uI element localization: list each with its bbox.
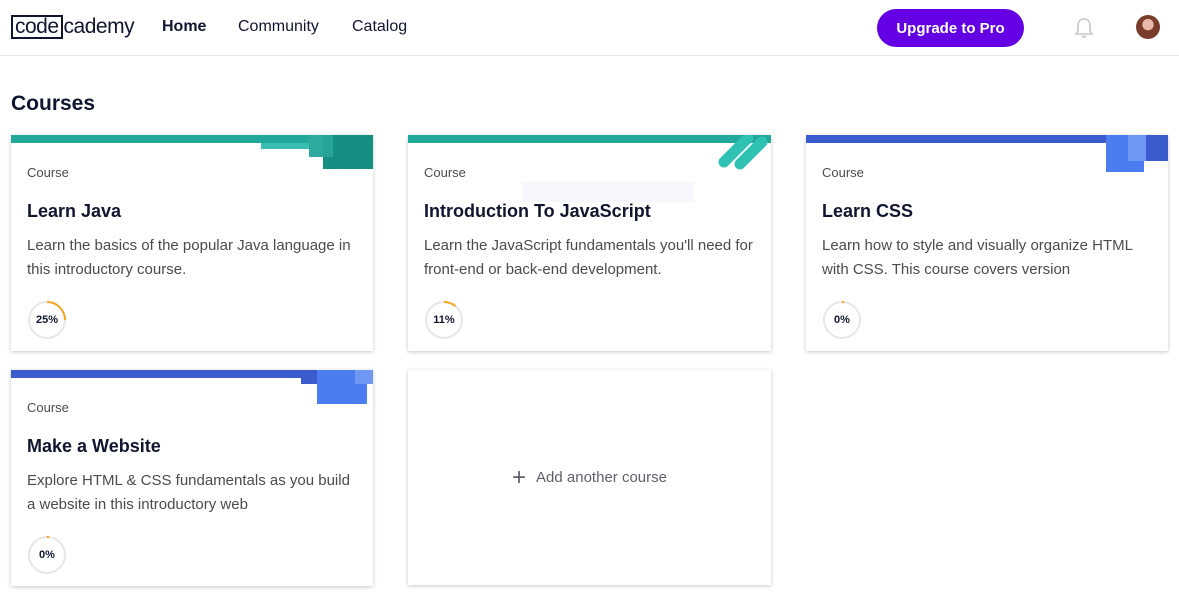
nav-community-link[interactable]: Community — [238, 18, 319, 36]
notifications-bell-icon[interactable] — [1074, 17, 1094, 39]
description-fade — [711, 275, 771, 299]
upgrade-to-pro-button[interactable]: Upgrade to Pro — [877, 9, 1024, 47]
course-title[interactable]: Learn CSS — [822, 201, 913, 222]
codecademy-logo[interactable]: code cademy — [11, 15, 135, 39]
website-decoration-icon — [301, 370, 373, 404]
course-description: Learn the JavaScript fundamentals you'll… — [424, 237, 753, 278]
progress-percent: 0% — [834, 314, 850, 326]
progress-percent: 11% — [433, 314, 455, 326]
page-title: Courses — [11, 92, 96, 115]
top-navigation-bar: code cademy Home Community Catalog Upgrad… — [0, 0, 1179, 56]
javascript-decoration-icon — [718, 135, 768, 170]
progress-percent: 25% — [35, 314, 59, 326]
nav-catalog-link[interactable]: Catalog — [352, 18, 407, 36]
course-progress-ring: 25% — [27, 300, 67, 340]
course-progress-ring: 11% — [424, 300, 464, 340]
course-kind-label: Course — [27, 165, 69, 180]
logo-cademy: cademy — [63, 15, 135, 38]
add-course-label: Add another course — [536, 469, 667, 486]
course-kind-label: Course — [27, 400, 69, 415]
description-fade — [1108, 275, 1168, 299]
course-description: Explore HTML & CSS fundamentals as you b… — [27, 472, 350, 513]
progress-percent: 0% — [39, 549, 55, 561]
logo-code: code — [11, 15, 63, 39]
course-kind-label: Course — [424, 165, 466, 180]
course-card-intro-javascript[interactable]: Course Introduction To JavaScript Learn … — [408, 135, 771, 351]
java-decoration-icon — [261, 135, 373, 169]
plus-icon: + — [512, 463, 527, 491]
course-progress-ring: 0% — [822, 300, 862, 340]
decorative-ghost-bar — [522, 182, 694, 202]
course-card-make-a-website[interactable]: Course Make a Website Explore HTML & CSS… — [11, 370, 373, 586]
course-title[interactable]: Learn Java — [27, 201, 121, 222]
nav-home-link[interactable]: Home — [162, 18, 206, 36]
course-progress-ring: 0% — [27, 535, 67, 575]
add-another-course-button[interactable]: + Add another course — [408, 370, 771, 585]
course-card-learn-java[interactable]: Course Learn Java Learn the basics of th… — [11, 135, 373, 351]
course-description: Learn the basics of the popular Java lan… — [27, 237, 351, 278]
course-description: Learn how to style and visually organize… — [822, 237, 1133, 278]
css-decoration-icon — [1106, 135, 1168, 172]
user-avatar[interactable] — [1136, 15, 1160, 39]
course-title[interactable]: Make a Website — [27, 436, 161, 457]
course-kind-label: Course — [822, 165, 864, 180]
course-title[interactable]: Introduction To JavaScript — [424, 201, 651, 222]
description-fade — [313, 510, 373, 534]
course-card-learn-css[interactable]: Course Learn CSS Learn how to style and … — [806, 135, 1168, 351]
